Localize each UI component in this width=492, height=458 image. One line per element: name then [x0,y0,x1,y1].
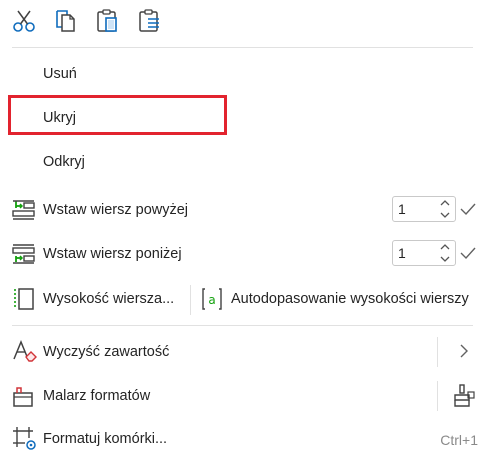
autofit-row-height-item[interactable]: a Autodopasowanie wysokości wierszy [200,282,478,318]
copy-button[interactable] [52,6,80,36]
unhide-item[interactable]: Odkryj [12,144,473,180]
divider [12,325,473,326]
spinner-arrows-icon[interactable] [439,198,451,220]
format-cells-item[interactable]: Formatuj komórki... Ctrl+1 [12,422,478,456]
insert-row-below-item[interactable]: Wstaw wiersz poniżej [12,236,432,272]
paste-special-icon [139,9,159,32]
format-cells-label: Formatuj komórki... [43,431,168,447]
row-height-item[interactable]: Wysokość wiersza... [12,282,184,318]
delete-item[interactable]: Usuń [12,56,473,92]
autofit-icon: a [202,288,222,310]
highlight-box [8,95,227,135]
format-cells-shortcut: Ctrl+1 [440,432,478,448]
insert-row-above-item[interactable]: Wstaw wiersz powyżej [12,192,432,228]
separator [190,285,191,315]
separator [437,337,438,367]
insert-row-below-label: Wstaw wiersz poniżej [43,246,182,262]
separator [437,381,438,411]
insert-below-count-spinner[interactable]: 1 [392,240,456,266]
scissors-icon [13,10,35,32]
insert-row-above-icon [12,200,35,220]
confirm-check-icon[interactable] [460,201,476,217]
paste-icon [97,9,117,32]
insert-row-below-icon [12,244,35,264]
row-height-icon [14,288,34,310]
cut-button[interactable] [10,6,38,36]
insert-above-count-value: 1 [398,201,406,217]
chevron-right-icon[interactable] [458,343,470,359]
format-painter-label: Malarz formatów [43,388,151,404]
clear-contents-item[interactable]: Wyczyść zawartość [12,334,432,370]
delete-label: Usuń [43,66,77,82]
insert-below-count-value: 1 [398,245,406,261]
format-painter-icon [13,387,33,407]
clear-contents-label: Wyczyść zawartość [43,344,170,360]
spinner-arrows-icon[interactable] [439,242,451,264]
unhide-label: Odkryj [43,154,85,170]
paintbrush-icon[interactable] [452,383,476,409]
insert-above-count-spinner[interactable]: 1 [392,196,456,222]
paste-button[interactable] [94,6,122,36]
autofit-label: Autodopasowanie wysokości wierszy [231,291,469,307]
divider [12,47,473,48]
confirm-check-icon[interactable] [460,245,476,261]
clear-contents-icon [13,340,37,362]
row-height-label: Wysokość wiersza... [43,291,175,307]
format-painter-item[interactable]: Malarz formatów [12,378,432,414]
format-cells-icon [13,427,36,450]
insert-row-above-label: Wstaw wiersz powyżej [43,202,189,218]
svg-text:a: a [208,293,215,307]
copy-icon [56,10,75,32]
paste-special-button[interactable] [136,6,164,36]
